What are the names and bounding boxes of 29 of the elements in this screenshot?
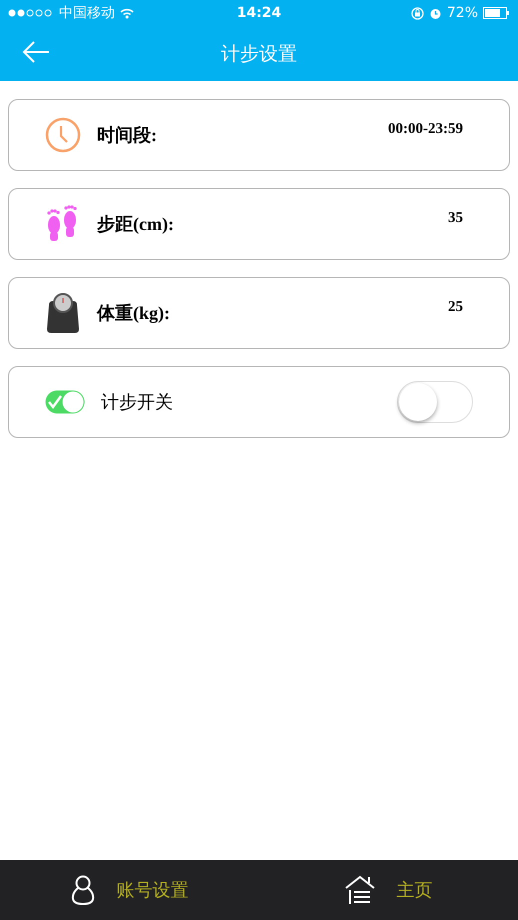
toggle-icon — [45, 390, 85, 414]
battery-percent: 72% — [446, 5, 478, 21]
battery-icon — [483, 7, 510, 19]
setting-card[interactable]: 体重(kg): 25 — [8, 277, 510, 349]
setting-label: 计步开关 — [101, 391, 174, 414]
setting-label: 时间段: — [97, 124, 158, 147]
nav-tab[interactable]: 账号设置 — [0, 860, 259, 920]
home-icon — [344, 875, 374, 905]
clock-time: 14:24 — [236, 5, 282, 21]
alarm-icon — [428, 6, 442, 20]
weighing-scale-icon — [45, 293, 81, 333]
clock-icon — [45, 117, 81, 153]
setting-value: 00:00-23:59 — [388, 120, 463, 138]
nav-tab[interactable]: 主页 — [259, 860, 518, 920]
toggle-switch[interactable] — [397, 381, 473, 423]
setting-card[interactable]: 步距(cm): 35 — [8, 188, 510, 260]
back-button[interactable] — [22, 40, 50, 64]
setting-card[interactable]: 时间段: 00:00-23:59 — [8, 99, 510, 171]
carrier-name: 中国移动 — [59, 4, 115, 22]
wifi-icon — [120, 8, 134, 18]
rotation-lock-icon — [410, 6, 424, 20]
page-title: 计步设置 — [221, 42, 297, 66]
setting-label: 步距(cm): — [97, 213, 175, 236]
setting-card[interactable]: 计步开关 — [8, 366, 510, 438]
setting-label: 体重(kg): — [97, 302, 171, 325]
signal-icon — [8, 9, 54, 17]
setting-value: 25 — [448, 298, 463, 316]
person-icon — [70, 875, 94, 905]
setting-value: 35 — [448, 210, 463, 226]
